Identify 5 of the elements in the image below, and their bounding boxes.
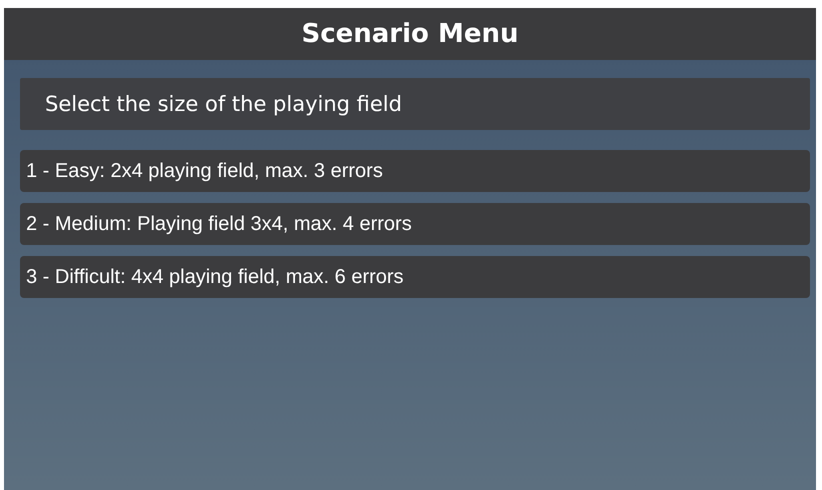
- prompt-label: Select the size of the playing field: [20, 78, 810, 130]
- menu-option[interactable]: 1 - Easy: 2x4 playing field, max. 3 errors: [20, 150, 810, 192]
- window-title: Scenario Menu: [301, 19, 518, 49]
- menu-option[interactable]: 3 - Difficult: 4x4 playing field, max. 6 errors: [20, 256, 810, 298]
- menu-option[interactable]: 2 - Medium: Playing field 3x4, max. 4 errors: [20, 203, 810, 245]
